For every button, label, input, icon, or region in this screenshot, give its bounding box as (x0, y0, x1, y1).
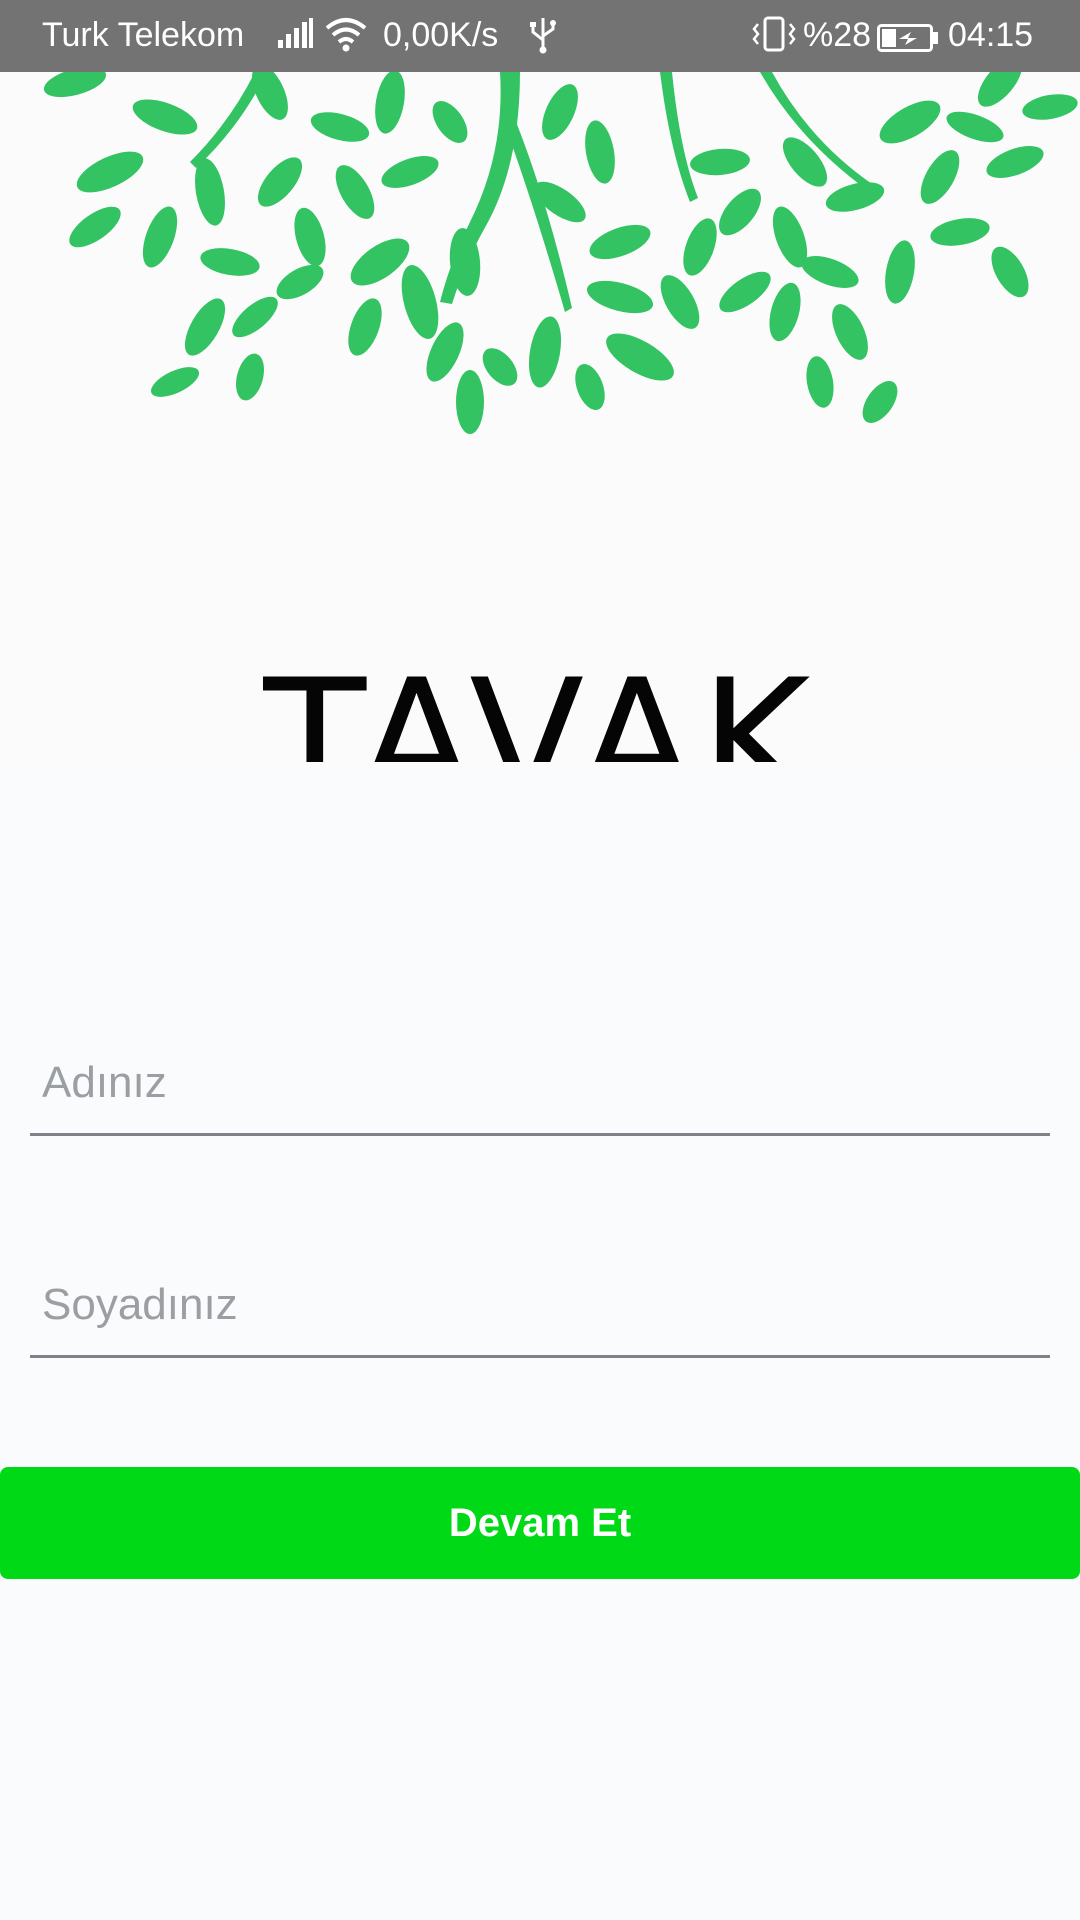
battery-charging-icon (877, 22, 939, 61)
continue-button[interactable]: Devam Et (0, 1467, 1080, 1579)
brand-name: TAVAK (263, 657, 817, 762)
tree-leaves-logo (43, 72, 1078, 434)
battery-percent: %28 (803, 16, 872, 54)
last-name-input[interactable] (42, 1270, 1032, 1340)
wifi-icon (325, 16, 367, 61)
carrier-name: Turk Telekom (42, 16, 245, 54)
status-bar: Turk Telekom 0,00K/s %28 04:15 (0, 0, 1080, 72)
signal-icon (278, 18, 314, 57)
logo-banner: TAVAK (0, 72, 1080, 762)
last-name-field[interactable] (30, 1248, 1050, 1358)
clock: 04:15 (948, 16, 1034, 54)
usb-icon (528, 16, 558, 63)
network-speed: 0,00K/s (383, 16, 499, 54)
vibrate-icon (752, 16, 796, 61)
first-name-input[interactable] (42, 1048, 1032, 1118)
first-name-field[interactable] (30, 1026, 1050, 1136)
